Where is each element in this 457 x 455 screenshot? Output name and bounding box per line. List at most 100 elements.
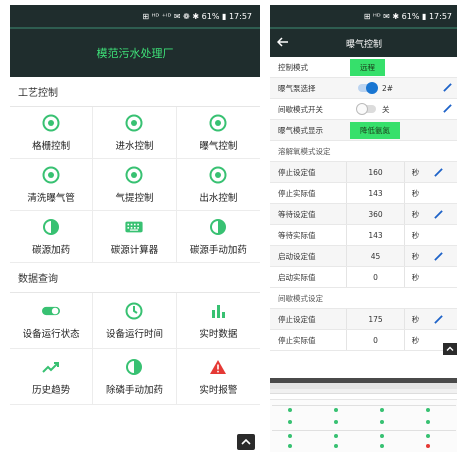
setting-row: 停止实际值 0 秒 bbox=[270, 330, 457, 351]
section-title: 溶解氧模式设定 bbox=[278, 146, 331, 156]
setting-row: 等待设定值 360 秒 bbox=[270, 204, 457, 225]
thumbnail-icon bbox=[288, 408, 292, 412]
setting-unit: 秒 bbox=[404, 309, 426, 329]
menu-tile-label: 实时报警 bbox=[199, 384, 238, 396]
clock-icon bbox=[125, 302, 143, 320]
menu-tile[interactable]: 碳源计算器 bbox=[93, 211, 177, 263]
setting-label: 启动设定值 bbox=[278, 251, 316, 261]
page-title-bar: 曝气控制 bbox=[270, 27, 457, 57]
back-button[interactable] bbox=[276, 36, 290, 48]
target-icon bbox=[42, 166, 60, 184]
intermittent-switch-toggle[interactable] bbox=[356, 103, 376, 115]
right-phone-screen: ⊞ ᴴᴰ ✉ ✱ 61% ▮ 17:57 曝气控制 控制模式 远程 曝气泵选择 … bbox=[270, 5, 457, 360]
edit-icon[interactable] bbox=[443, 103, 452, 115]
setting-unit: 秒 bbox=[404, 246, 426, 266]
target-icon bbox=[125, 166, 143, 184]
edit-icon[interactable] bbox=[426, 246, 450, 266]
thumbnail-icon bbox=[288, 444, 292, 448]
menu-tile[interactable]: 清洗曝气管 bbox=[10, 159, 94, 211]
toggle-icon bbox=[42, 302, 61, 320]
thumbnail-icon bbox=[334, 420, 338, 424]
control-mode-button[interactable]: 远程 bbox=[350, 58, 385, 76]
setting-label: 停止实际值 bbox=[278, 188, 316, 198]
edit-placeholder bbox=[426, 225, 450, 245]
menu-tile[interactable]: 历史趋势 bbox=[10, 349, 94, 405]
edit-icon[interactable] bbox=[426, 162, 450, 182]
desktop-screenshot-thumbnail bbox=[270, 378, 457, 452]
aeration-display-row: 曝气模式显示 降低氨氮 bbox=[270, 120, 457, 141]
section-title: 工艺控制 bbox=[18, 88, 58, 99]
thumbnail-section-divider bbox=[272, 430, 456, 431]
thumbnail-icon bbox=[288, 420, 292, 424]
menu-tile-label: 碳源手动加药 bbox=[189, 244, 247, 256]
menu-tile-label: 除磷手动加药 bbox=[105, 384, 163, 396]
menu-tile[interactable]: 格栅控制 bbox=[10, 107, 94, 159]
setting-value: 143 bbox=[346, 225, 404, 245]
setting-unit: 秒 bbox=[404, 162, 426, 182]
thumbnail-icon bbox=[426, 444, 430, 448]
process-control-grid: 格栅控制 进水控制 曝气控制清洗曝气管 气提控制 出水控制碳源加药 碳源计算器 碳源手动加药 bbox=[10, 107, 260, 263]
setting-label: 停止实际值 bbox=[278, 335, 316, 345]
setting-unit: 秒 bbox=[404, 267, 426, 287]
setting-value: 0 bbox=[346, 267, 404, 287]
menu-tile[interactable]: 实时数据 bbox=[176, 293, 260, 349]
setting-unit: 秒 bbox=[404, 225, 426, 245]
menu-tile-label: 设备运行状态 bbox=[22, 328, 80, 340]
thumbnail-icon bbox=[426, 408, 430, 412]
target-icon bbox=[42, 114, 60, 132]
thumbnail-icon bbox=[380, 434, 384, 438]
pump-select-label: 曝气泵选择 bbox=[278, 83, 316, 93]
edit-icon[interactable] bbox=[443, 82, 452, 94]
menu-tile[interactable]: 气提控制 bbox=[93, 159, 177, 211]
setting-unit: 秒 bbox=[404, 183, 426, 203]
setting-label: 停止设定值 bbox=[278, 314, 316, 324]
dissolved-oxygen-rows: 停止设定值 160 秒停止实际值 143 秒等待设定值 360 秒等待实际值 143 秒启动设定… bbox=[270, 162, 457, 288]
edit-icon[interactable] bbox=[426, 204, 450, 224]
dissolved-oxygen-section-header: 溶解氧模式设定 bbox=[270, 141, 457, 162]
intermittent-switch-value: 关 bbox=[382, 104, 390, 114]
edit-icon[interactable] bbox=[426, 309, 450, 329]
menu-tile[interactable]: 出水控制 bbox=[176, 159, 260, 211]
menu-tile-label: 清洗曝气管 bbox=[27, 192, 75, 204]
status-bar-text: ⊞ ᴴᴰ ✉ ✱ 61% ▮ 17:57 bbox=[363, 11, 452, 21]
setting-value: 0 bbox=[346, 330, 404, 350]
trend-icon bbox=[42, 358, 60, 376]
pump-select-row: 曝气泵选择 2# bbox=[270, 78, 457, 99]
target-icon bbox=[125, 114, 143, 132]
menu-tile[interactable]: 除磷手动加药 bbox=[93, 349, 177, 405]
intermittent-section-header: 间歇模式设定 bbox=[270, 288, 457, 309]
menu-tile-label: 气提控制 bbox=[115, 192, 154, 204]
scroll-top-button[interactable] bbox=[237, 434, 255, 450]
status-bar: ⊞ ᴴᴰ ✉ ✱ 61% ▮ 17:57 bbox=[270, 5, 457, 27]
menu-tile[interactable]: 实时报警 bbox=[176, 349, 260, 405]
menu-tile-label: 实时数据 bbox=[199, 328, 238, 340]
menu-tile-label: 出水控制 bbox=[199, 192, 238, 204]
data-query-grid: 设备运行状态 设备运行时间 实时数据历史趋势 除磷手动加药 实时报警 bbox=[10, 293, 260, 405]
thumbnail-section-divider bbox=[272, 405, 456, 406]
menu-tile[interactable]: 进水控制 bbox=[93, 107, 177, 159]
menu-tile[interactable]: 设备运行时间 bbox=[93, 293, 177, 349]
setting-value: 160 bbox=[346, 162, 404, 182]
thumbnail-icon bbox=[334, 408, 338, 412]
scroll-top-button[interactable] bbox=[443, 343, 457, 355]
menu-tile-label: 历史趋势 bbox=[32, 384, 71, 396]
menu-tile-label: 设备运行时间 bbox=[105, 328, 163, 340]
edit-placeholder bbox=[426, 267, 450, 287]
menu-tile[interactable]: 碳源手动加药 bbox=[176, 211, 260, 263]
menu-tile[interactable]: 曝气控制 bbox=[176, 107, 260, 159]
pump-select-toggle[interactable] bbox=[358, 82, 378, 94]
left-phone-screen: ⊞ ᴴᴰ ⁺ᴵᴰ ✉ ❁ ✱ 61% ▮ 17:57 模范污水处理厂 工艺控制 … bbox=[10, 5, 260, 450]
warning-icon bbox=[209, 358, 227, 376]
half-circle-icon bbox=[209, 218, 227, 236]
chevron-up-icon bbox=[241, 438, 251, 445]
intermittent-rows: 停止设定值 175 秒停止实际值 0 秒 bbox=[270, 309, 457, 351]
half-circle-icon bbox=[125, 358, 143, 376]
status-bar: ⊞ ᴴᴰ ⁺ᴵᴰ ✉ ❁ ✱ 61% ▮ 17:57 bbox=[10, 5, 260, 27]
menu-tile[interactable]: 设备运行状态 bbox=[10, 293, 94, 349]
setting-value: 175 bbox=[346, 309, 404, 329]
setting-label: 等待实际值 bbox=[278, 230, 316, 240]
setting-unit: 秒 bbox=[404, 204, 426, 224]
menu-tile[interactable]: 碳源加药 bbox=[10, 211, 94, 263]
setting-label: 启动实际值 bbox=[278, 272, 316, 282]
section-title: 数据查询 bbox=[18, 274, 58, 285]
